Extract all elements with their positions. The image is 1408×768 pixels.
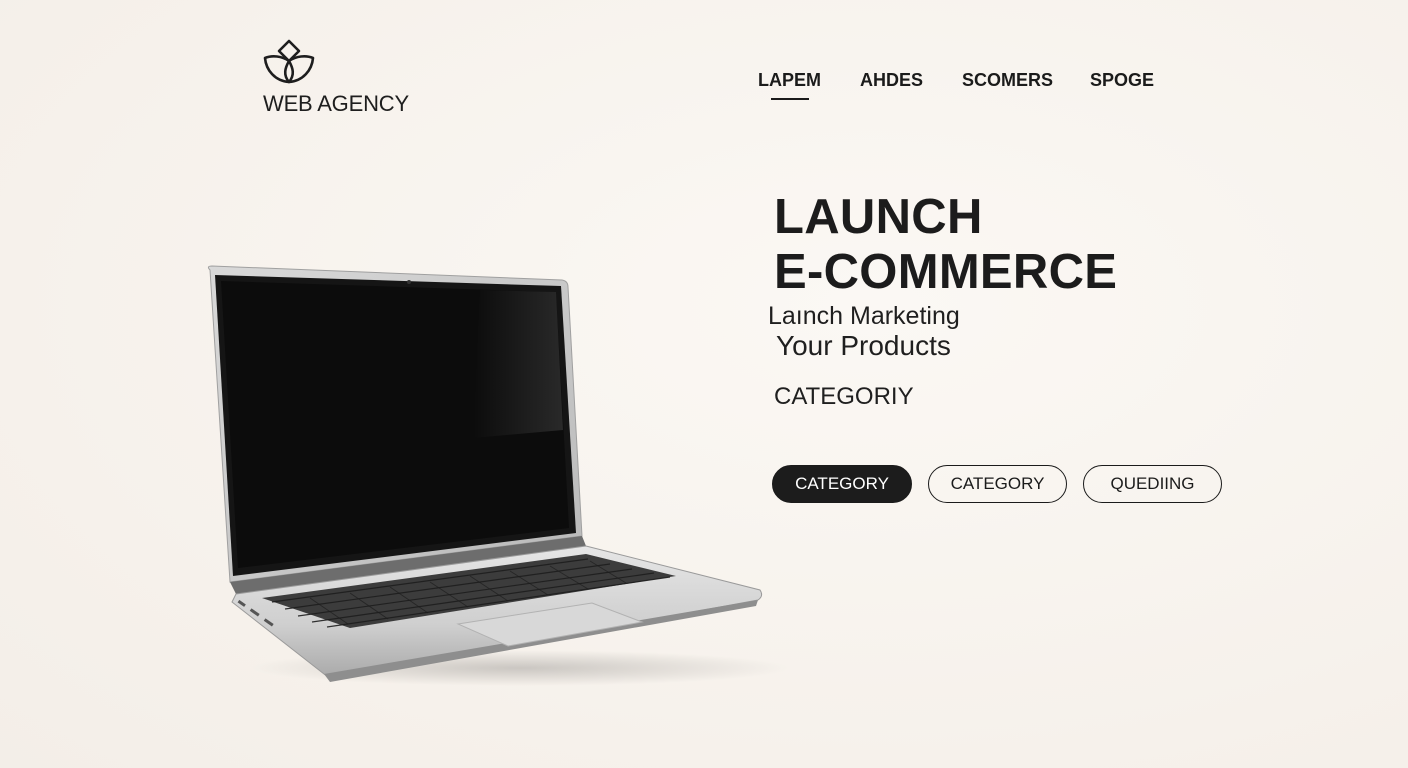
laptop-illustration bbox=[207, 265, 790, 686]
hero-subtitle-line-2: Your Products bbox=[776, 330, 951, 361]
category-pill-button-2[interactable]: CATEGORY bbox=[928, 465, 1067, 503]
nav-item-spoge[interactable]: SPOGE bbox=[1090, 70, 1154, 91]
hero-subtitle-line-1: Laınch Marketing bbox=[768, 302, 960, 330]
hero-title-line-1: LAUNCH bbox=[774, 190, 983, 244]
brand-name: WEB AGENCY bbox=[263, 91, 409, 116]
category-pill-button-1[interactable]: CATEGORY bbox=[772, 465, 912, 503]
lotus-logo-icon bbox=[263, 39, 315, 84]
nav-item-lapem[interactable]: LAPEM bbox=[758, 70, 821, 100]
queding-pill-button[interactable]: QUEDIING bbox=[1083, 465, 1222, 503]
hero-title: LAUNCH E-COMMERCE bbox=[774, 190, 1117, 300]
nav-item-ahdes[interactable]: AHDES bbox=[860, 70, 923, 91]
landing-page: WEB AGENCY LAPEM AHDES SCOMERS SPOGE LAU… bbox=[0, 0, 1408, 768]
brand-logo[interactable]: WEB AGENCY bbox=[262, 38, 422, 118]
hero-title-line-2: E-COMMERCE bbox=[774, 245, 1118, 299]
hero-category-label: CATEGORIY bbox=[774, 383, 914, 410]
nav-item-scomers[interactable]: SCOMERS bbox=[962, 70, 1053, 91]
